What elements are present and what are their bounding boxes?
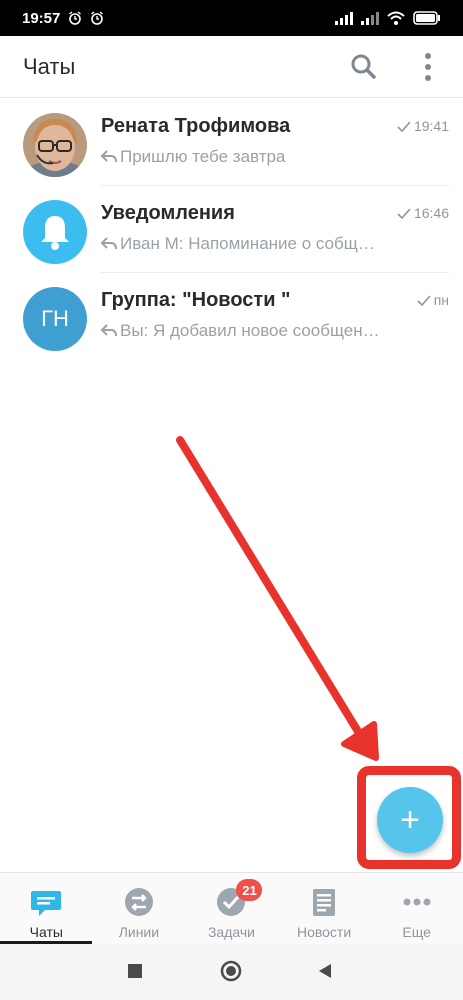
nav-label: Чаты bbox=[29, 924, 63, 940]
check-icon bbox=[417, 294, 431, 306]
status-time: 19:57 bbox=[22, 9, 61, 27]
check-icon bbox=[397, 120, 411, 132]
signal-icon bbox=[335, 11, 353, 25]
avatar bbox=[23, 200, 87, 264]
chat-item[interactable]: Рената Трофимова 19:41 Пришлю тебе завтр… bbox=[0, 99, 463, 186]
notification-badge: 21 bbox=[236, 879, 263, 901]
chat-time-text: 19:41 bbox=[413, 118, 449, 134]
more-vert-icon bbox=[425, 53, 431, 81]
alarm-icon bbox=[69, 11, 82, 25]
chat-preview-text: Пришлю тебе завтра bbox=[120, 147, 286, 166]
chat-list: Рената Трофимова 19:41 Пришлю тебе завтр… bbox=[0, 99, 463, 360]
system-nav-bar bbox=[0, 944, 463, 1000]
avatar bbox=[23, 113, 87, 177]
chat-preview: Пришлю тебе завтра bbox=[100, 147, 285, 167]
nav-item-chats[interactable]: Чаты bbox=[0, 873, 93, 944]
reply-icon bbox=[100, 150, 117, 163]
chat-preview: Иван М: Напоминание о собщ… bbox=[100, 234, 375, 254]
signal-icon bbox=[361, 11, 379, 25]
app-bar: Чаты bbox=[0, 36, 463, 98]
search-icon bbox=[351, 54, 376, 79]
chat-time-text: 16:46 bbox=[413, 205, 449, 221]
chat-item[interactable]: Уведомления 16:46 Иван М: Напоминание о … bbox=[0, 186, 463, 273]
chat-preview-text: Иван М: Напоминание о собщ… bbox=[120, 234, 375, 253]
chat-preview-text: Вы: Я добавил новое сообщен… bbox=[120, 321, 380, 340]
chat-icon bbox=[31, 891, 62, 916]
nav-label: Еще bbox=[402, 924, 431, 940]
more-options-button[interactable] bbox=[416, 50, 440, 84]
nav-label: Линии bbox=[118, 924, 160, 940]
status-right bbox=[335, 11, 441, 25]
avatar: ГН bbox=[23, 287, 87, 351]
nav-item-lines[interactable]: Линии bbox=[93, 873, 186, 944]
chat-name: Уведомления bbox=[101, 202, 235, 224]
check-icon bbox=[397, 207, 411, 219]
back-triangle-icon[interactable] bbox=[316, 962, 334, 980]
news-icon bbox=[313, 889, 336, 916]
user-photo-avatar bbox=[23, 113, 87, 177]
chat-name: Рената Трофимова bbox=[101, 115, 291, 137]
alarm-clock-icon bbox=[91, 11, 104, 25]
nav-label: Задачи bbox=[207, 924, 255, 940]
plus-icon: + bbox=[400, 800, 420, 839]
reply-icon bbox=[100, 324, 117, 337]
nav-item-more[interactable]: Еще bbox=[370, 873, 463, 944]
nav-item-tasks[interactable]: 21 Задачи bbox=[185, 873, 278, 944]
more-horiz-icon bbox=[403, 898, 431, 906]
status-bar: 19:57 bbox=[0, 0, 463, 36]
nav-item-news[interactable]: Новости bbox=[278, 873, 371, 944]
chat-item[interactable]: ГН Группа: "Новости " пн Вы: Я добавил н… bbox=[0, 273, 463, 360]
chat-preview: Вы: Я добавил новое сообщен… bbox=[100, 321, 380, 341]
new-chat-button[interactable]: + bbox=[377, 787, 443, 853]
home-circle-icon[interactable] bbox=[220, 960, 242, 982]
status-left: 19:57 bbox=[22, 10, 104, 27]
reply-icon bbox=[100, 237, 117, 250]
page-title: Чаты bbox=[23, 53, 76, 79]
bottom-nav: Чаты Линии 21 Задачи Новости Еще bbox=[0, 872, 463, 944]
chat-time-text: пн bbox=[433, 292, 449, 308]
nav-label: Новости bbox=[296, 924, 352, 940]
lines-icon bbox=[124, 888, 153, 916]
chat-time: пн bbox=[417, 292, 449, 308]
avatar-initials: ГН bbox=[41, 306, 69, 331]
chat-time: 19:41 bbox=[397, 118, 449, 134]
recents-square-icon[interactable] bbox=[126, 962, 144, 980]
chat-name: Группа: "Новости " bbox=[101, 289, 291, 311]
chat-time: 16:46 bbox=[397, 205, 449, 221]
bell-icon bbox=[41, 216, 69, 250]
battery-icon bbox=[413, 11, 440, 25]
search-button[interactable] bbox=[348, 51, 380, 83]
wifi-icon bbox=[387, 11, 405, 25]
